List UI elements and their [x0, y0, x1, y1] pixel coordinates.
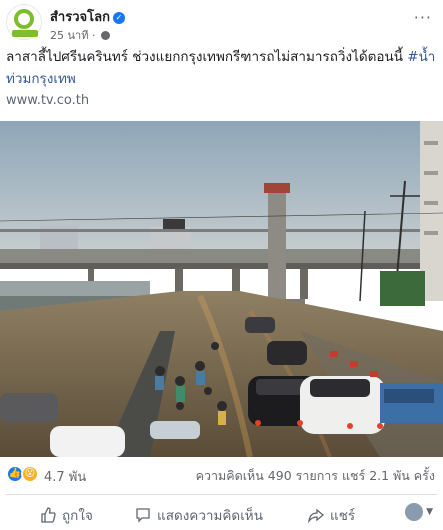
thumb-up-icon [41, 507, 56, 523]
post-caption: ลาสาลี้ไปศรีนครินทร์ ช่วงแยกกรุงเทพกรีฑา… [6, 46, 436, 90]
like-button[interactable]: ถูกใจ [40, 504, 93, 524]
engagement-stats[interactable]: ความคิดเห็น 490 รายการ แชร์ 2.1 พัน ครั้… [196, 466, 435, 486]
page-name-row: สำรวจโลก ✓ [50, 6, 125, 27]
comment-icon [136, 508, 150, 523]
page-avatar[interactable] [6, 4, 42, 40]
more-icon[interactable]: ··· [414, 8, 432, 27]
viewer-avatar [405, 503, 424, 521]
comment-label: แสดงความคิดเห็น [157, 508, 263, 524]
share-label: แชร์ [330, 508, 356, 524]
post-as-selector[interactable]: ▼ [405, 503, 433, 521]
like-label: ถูกใจ [62, 508, 93, 524]
post-header: สำรวจโลก ✓ 25 นาที · ··· [6, 4, 436, 44]
post-photo[interactable] [0, 121, 443, 457]
action-bar: ถูกใจ แสดงความคิดเห็น แชร์ ▼ [0, 500, 443, 528]
comment-button[interactable]: แสดงความคิดเห็น [135, 504, 263, 524]
verified-badge-icon: ✓ [112, 12, 125, 24]
caption-text: ลาสาลี้ไปศรีนครินทร์ ช่วงแยกกรุงเทพกรีฑา… [6, 49, 408, 65]
page-name[interactable]: สำรวจโลก [50, 10, 110, 25]
wow-icon: 😮 [21, 465, 39, 483]
logo-ring [14, 9, 34, 29]
share-button[interactable]: แชร์ [308, 504, 355, 524]
source-link[interactable]: www.tv.co.th [6, 93, 89, 108]
action-divider [6, 494, 437, 495]
flood-scene-image [0, 121, 443, 457]
chevron-down-icon: ▼ [426, 507, 433, 517]
reaction-count: 4.7 พัน [44, 470, 87, 485]
post-time[interactable]: 25 นาที [50, 29, 88, 42]
share-icon [308, 508, 324, 523]
logo-bar [12, 30, 38, 37]
post-meta: 25 นาที · [50, 26, 110, 44]
globe-icon [100, 31, 110, 40]
